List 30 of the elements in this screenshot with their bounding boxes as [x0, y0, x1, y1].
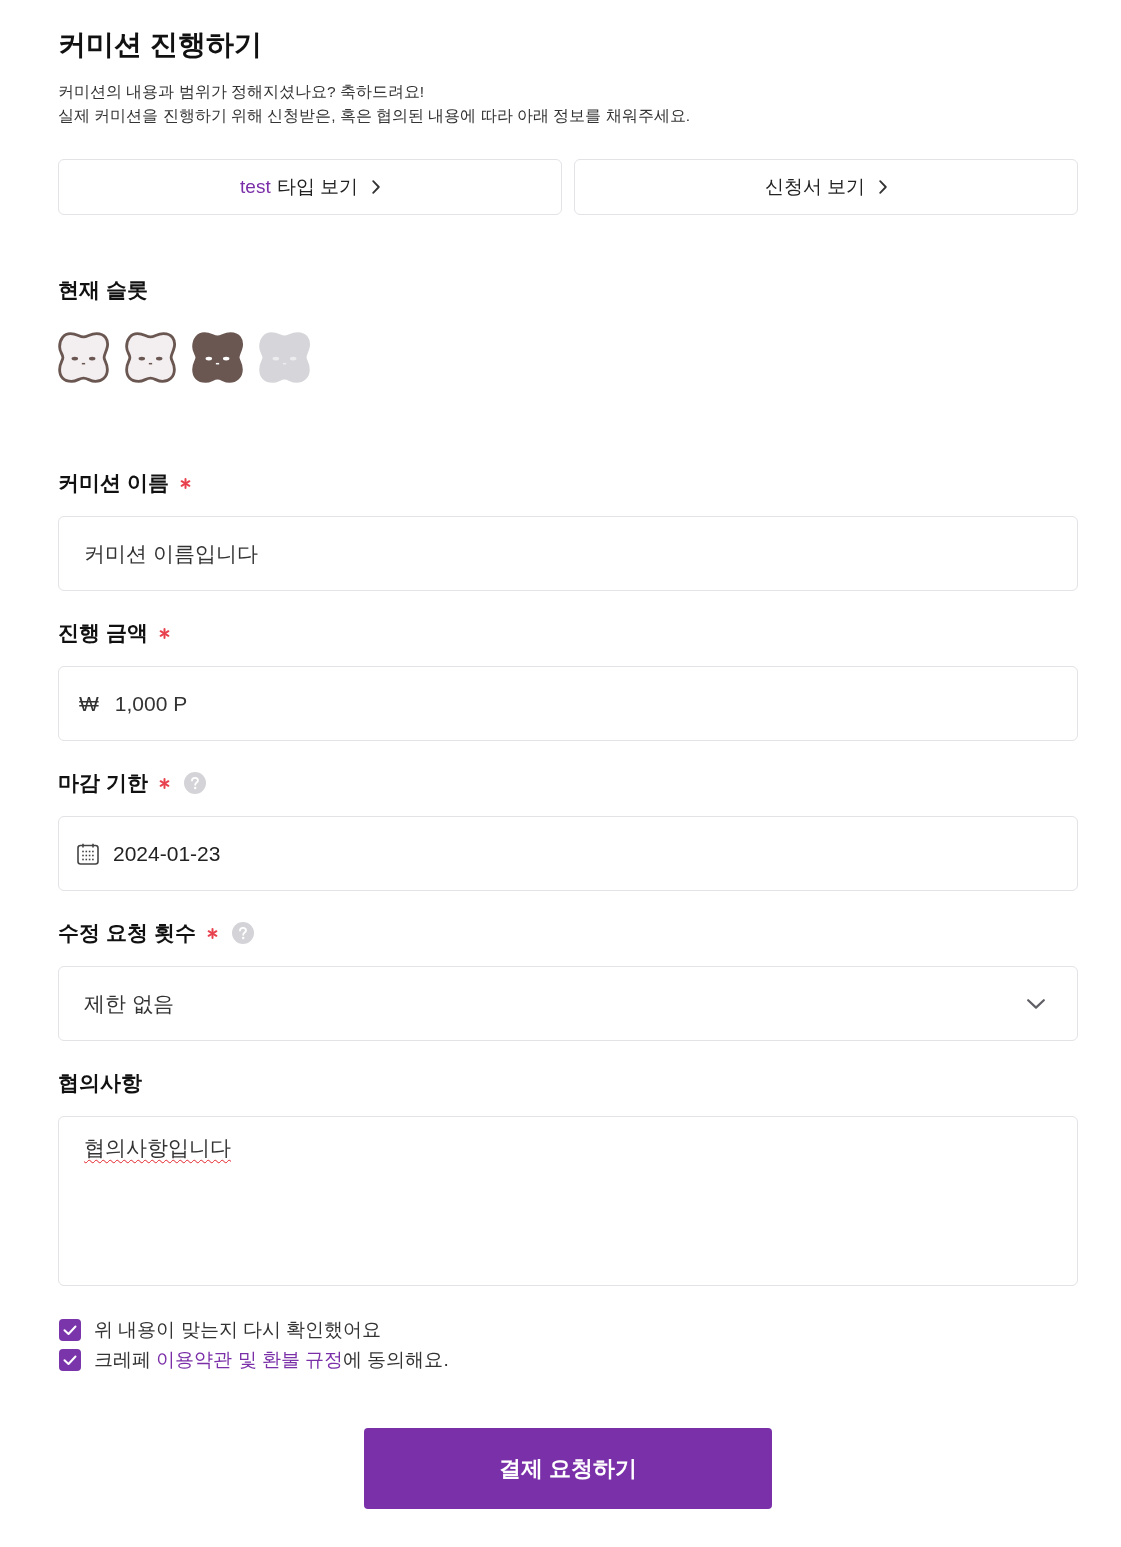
agreement-text: 위 내용이 맞는지 다시 확인했어요 — [94, 1318, 382, 1342]
checkbox[interactable] — [59, 1319, 81, 1341]
agreement-text: 크레페 이용약관 및 환불 규정에 동의해요. — [94, 1348, 449, 1372]
chevron-right-icon — [371, 180, 380, 194]
date-input[interactable]: 2024-01-23 — [58, 816, 1078, 891]
cloud-face-icon — [259, 332, 310, 383]
textarea-field[interactable]: 협의사항입니다 — [58, 1116, 1078, 1286]
amount-input[interactable]: ₩ 1,000 P — [58, 666, 1078, 741]
field-label: 협의사항 — [58, 1070, 142, 1096]
payment-request-button[interactable]: 결제 요청하기 — [364, 1428, 772, 1509]
cloud-face-icon — [125, 332, 176, 383]
field-label: 진행 금액 — [58, 620, 148, 646]
field-label: 마감 기한 — [58, 770, 148, 796]
intro-text: 커미션의 내용과 범위가 정해지셨나요? 축하드려요! — [58, 82, 425, 102]
cloud-face-icon — [192, 332, 243, 383]
select-dropdown[interactable]: 제한 없음 — [58, 966, 1078, 1041]
field-label: 커미션 이름 — [58, 470, 169, 496]
cloud-face-icon — [58, 332, 109, 383]
chevron-right-icon — [879, 180, 888, 194]
chevron-down-icon — [1027, 998, 1045, 1009]
page-title: 커미션 진행하기 — [58, 28, 263, 62]
text-input[interactable]: 커미션 이름입니다 — [58, 516, 1078, 591]
view-button[interactable]: test 타입 보기 — [58, 159, 562, 215]
view-button[interactable]: 신청서 보기 — [574, 159, 1078, 215]
field-label: 수정 요청 횟수 — [58, 920, 196, 946]
intro-text: 실제 커미션을 진행하기 위해 신청받은, 혹은 협의된 내용에 따라 아래 정보를 채워주세요. — [58, 106, 690, 126]
checkbox[interactable] — [59, 1349, 81, 1371]
terms-link[interactable]: 이용약관 및 환불 규정 — [156, 1349, 344, 1370]
calendar-icon — [77, 842, 99, 865]
section-label: 현재 슬롯 — [58, 277, 149, 303]
